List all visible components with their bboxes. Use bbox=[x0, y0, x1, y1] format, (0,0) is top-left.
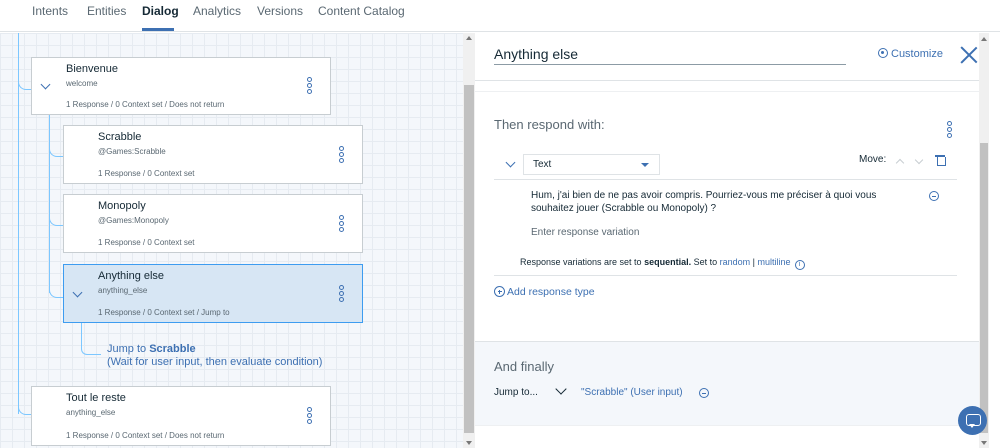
node-condition: @Games:Monopoly bbox=[98, 216, 169, 225]
customize-label: Customize bbox=[891, 48, 943, 60]
tree-connector bbox=[18, 403, 31, 415]
jump-target-link[interactable]: Scrabble bbox=[149, 343, 195, 355]
node-menu-icon[interactable] bbox=[304, 407, 314, 425]
scroll-up-icon[interactable] bbox=[466, 36, 472, 40]
divider bbox=[475, 80, 985, 81]
dialog-node-monopoly[interactable]: Monopoly @Games:Monopoly 1 Response / 0 … bbox=[63, 194, 363, 253]
remove-variation-icon[interactable] bbox=[929, 191, 939, 201]
tree-connector bbox=[49, 145, 63, 157]
node-condition: anything_else bbox=[66, 408, 116, 417]
node-condition: anything_else bbox=[98, 286, 148, 295]
respond-menu-icon[interactable] bbox=[944, 121, 954, 139]
response-variation-input[interactable] bbox=[531, 225, 911, 239]
scroll-thumb[interactable] bbox=[980, 143, 988, 433]
node-meta: 1 Response / 0 Context set / Does not re… bbox=[66, 100, 225, 109]
tab-entities[interactable]: Entities bbox=[87, 4, 126, 18]
node-menu-icon[interactable] bbox=[336, 214, 346, 233]
respond-section-title: Then respond with: bbox=[494, 117, 605, 132]
jump-prefix: Jump to bbox=[107, 343, 150, 355]
gear-icon bbox=[878, 48, 888, 58]
node-meta: 1 Response / 0 Context set bbox=[98, 238, 195, 247]
tab-intents[interactable]: Intents bbox=[32, 4, 68, 18]
info-icon[interactable]: i bbox=[794, 260, 805, 270]
tree-connector bbox=[18, 78, 31, 90]
close-icon[interactable] bbox=[960, 46, 978, 64]
node-title: Monopoly bbox=[98, 200, 146, 212]
tree-scrollbar[interactable] bbox=[463, 33, 475, 448]
jump-to-annotation: Jump to Scrabble (Wait for user input, t… bbox=[107, 343, 322, 369]
node-title: Bienvenue bbox=[66, 63, 118, 75]
node-name-input[interactable] bbox=[494, 43, 846, 65]
tree-connector bbox=[49, 286, 63, 298]
node-meta: 1 Response / 0 Context set / Jump to bbox=[98, 308, 230, 317]
move-label: Move: bbox=[859, 154, 887, 165]
dialog-node-scrabble[interactable]: Scrabble @Games:Scrabble 1 Response / 0 … bbox=[63, 125, 363, 184]
seq-prefix: Response variations are set to bbox=[520, 257, 645, 267]
node-title: Anything else bbox=[98, 270, 165, 282]
scroll-down-icon[interactable] bbox=[466, 441, 472, 445]
dialog-node-bienvenue[interactable]: Bienvenue welcome 1 Response / 0 Context… bbox=[31, 57, 331, 115]
tree-connector bbox=[49, 214, 63, 226]
collapse-chevron-icon[interactable] bbox=[504, 159, 518, 171]
jump-target-link[interactable]: "Scrabble" (User input) bbox=[581, 387, 683, 398]
app-root: Intents Entities Dialog Analytics Versio… bbox=[0, 0, 1000, 448]
node-editor-panel: Customize Then respond with: Text Move: … bbox=[475, 33, 1000, 448]
node-menu-icon[interactable] bbox=[304, 77, 314, 95]
dialog-tree: Bienvenue welcome 1 Response / 0 Context… bbox=[0, 33, 463, 448]
node-menu-icon[interactable] bbox=[336, 284, 346, 303]
panel-footer bbox=[475, 425, 979, 448]
node-condition: welcome bbox=[66, 79, 98, 88]
expand-chevron-icon[interactable] bbox=[70, 287, 86, 301]
tree-connector bbox=[18, 33, 19, 414]
node-meta: 1 Response / 0 Context set / Does not re… bbox=[66, 431, 225, 440]
caret-down-icon bbox=[641, 163, 649, 167]
jump-chevron-icon[interactable] bbox=[554, 384, 568, 396]
and-finally-title: And finally bbox=[494, 359, 554, 374]
add-response-type-button[interactable]: Add response type bbox=[494, 286, 595, 298]
divider bbox=[494, 275, 957, 276]
response-type-select[interactable]: Text bbox=[523, 154, 660, 175]
trash-icon[interactable] bbox=[935, 154, 946, 166]
tree-connector bbox=[81, 323, 82, 347]
jump-to-label: Jump to... bbox=[494, 387, 538, 398]
tree-connector bbox=[81, 345, 101, 355]
response-type-value: Text bbox=[533, 159, 552, 170]
dialog-node-tout-le-reste[interactable]: Tout le reste anything_else 1 Response /… bbox=[31, 386, 331, 446]
tab-versions[interactable]: Versions bbox=[257, 4, 303, 18]
expand-chevron-icon[interactable] bbox=[38, 79, 54, 93]
chat-icon[interactable] bbox=[958, 406, 987, 435]
scroll-thumb[interactable] bbox=[464, 85, 474, 433]
variation-mode-line: Response variations are set to sequentia… bbox=[520, 257, 805, 270]
scroll-down-icon[interactable] bbox=[981, 441, 987, 445]
remove-jump-icon[interactable] bbox=[699, 388, 709, 398]
random-link[interactable]: random bbox=[720, 257, 751, 267]
add-circle-icon bbox=[494, 286, 505, 297]
response-variation-text[interactable]: Hum, j'ai bien de ne pas avoir compris. … bbox=[531, 189, 911, 215]
panel-scrollbar[interactable] bbox=[979, 33, 989, 448]
seq-mode: sequential. bbox=[644, 257, 692, 267]
move-down-icon[interactable] bbox=[915, 157, 923, 165]
scroll-up-icon[interactable] bbox=[981, 37, 987, 41]
node-menu-icon[interactable] bbox=[336, 145, 346, 164]
active-tab-indicator bbox=[142, 28, 174, 31]
tree-connector bbox=[49, 115, 50, 293]
node-meta: 1 Response / 0 Context set bbox=[98, 169, 195, 178]
jump-detail: (Wait for user input, then evaluate cond… bbox=[107, 356, 323, 368]
tab-analytics[interactable]: Analytics bbox=[193, 4, 241, 18]
divider bbox=[475, 91, 985, 92]
tab-dialog[interactable]: Dialog bbox=[142, 4, 179, 18]
multiline-link[interactable]: multiline bbox=[757, 257, 790, 267]
customize-button[interactable]: Customize bbox=[878, 48, 943, 60]
add-response-label: Add response type bbox=[507, 286, 595, 298]
dialog-node-anything-else[interactable]: Anything else anything_else 1 Response /… bbox=[63, 264, 363, 323]
divider bbox=[494, 179, 957, 180]
move-up-icon[interactable] bbox=[896, 157, 904, 165]
node-title: Scrabble bbox=[98, 131, 142, 143]
node-title: Tout le reste bbox=[66, 392, 126, 404]
top-nav: Intents Entities Dialog Analytics Versio… bbox=[0, 0, 1000, 32]
node-condition: @Games:Scrabble bbox=[98, 147, 166, 156]
tab-content-catalog[interactable]: Content Catalog bbox=[318, 4, 405, 18]
seq-middle: Set to bbox=[691, 257, 720, 267]
